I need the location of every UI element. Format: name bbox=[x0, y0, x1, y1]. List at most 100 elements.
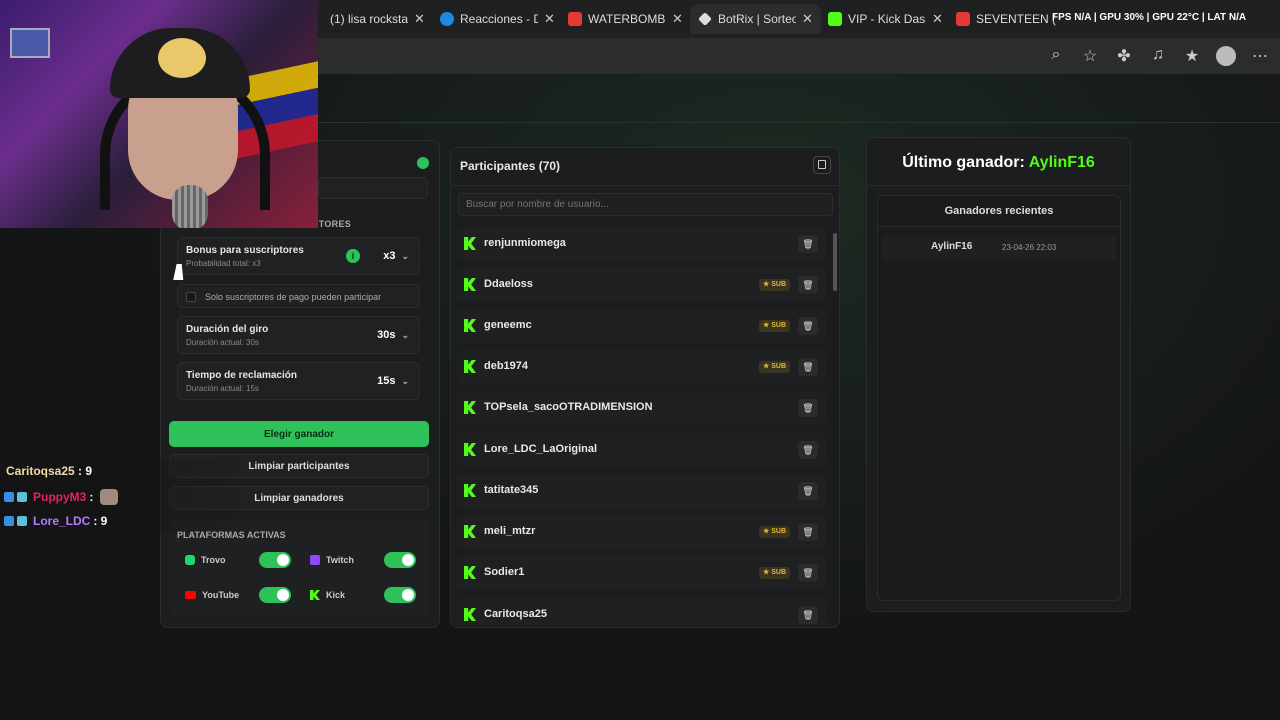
last-winner-label: Último ganador: bbox=[902, 154, 1025, 171]
delete-trash-icon[interactable]: 🗑 bbox=[798, 317, 818, 335]
tab-close-icon[interactable]: ✕ bbox=[414, 11, 425, 27]
browser-toolbar: ⌕ ☆ ✤ ♫ ★ ⋯ bbox=[1046, 46, 1270, 66]
kick-icon bbox=[464, 484, 476, 497]
browser-tab[interactable]: Reacciones - De ✕ bbox=[432, 4, 563, 34]
browser-tab[interactable]: VIP - Kick Dash ✕ bbox=[820, 4, 951, 34]
setting-subtitle: Duración actual: 15s bbox=[186, 384, 259, 393]
badge-icon bbox=[4, 516, 14, 526]
scrollbar-thumb[interactable] bbox=[833, 233, 837, 291]
youtube-favicon-icon bbox=[956, 12, 970, 26]
claim-time-setting: Tiempo de reclamación Duración actual: 1… bbox=[177, 362, 420, 400]
browser-tab[interactable]: WATERBOMB B ✕ bbox=[560, 4, 691, 34]
participant-row: deb1974 ★ SUB 🗑 bbox=[457, 350, 826, 384]
delete-trash-icon[interactable]: 🗑 bbox=[798, 235, 818, 253]
trovo-icon bbox=[185, 555, 195, 565]
system-stats-overlay: FPS N/A | GPU 30% | GPU 22°C | LAT N/A bbox=[1052, 12, 1247, 23]
winner-header-divider bbox=[867, 185, 1130, 186]
browser-tab[interactable]: SEVENTEEN (A bbox=[948, 4, 1064, 34]
info-icon[interactable]: i bbox=[346, 249, 360, 263]
delete-trash-icon[interactable]: 🗑 bbox=[798, 482, 818, 500]
kick-icon bbox=[464, 278, 476, 291]
tab-title: SEVENTEEN (A bbox=[976, 12, 1056, 26]
claim-time-select[interactable]: 15s ⌄ bbox=[377, 375, 409, 387]
participant-row: Ddaeloss ★ SUB 🗑 bbox=[457, 268, 826, 302]
chat-username: Caritoqsa25 bbox=[6, 464, 75, 478]
badge-icon bbox=[4, 492, 14, 502]
microphone bbox=[172, 185, 208, 228]
pick-winner-button[interactable]: Elegir ganador bbox=[169, 421, 429, 447]
last-winner-heading: Último ganador: AylinF16 bbox=[866, 154, 1131, 172]
tab-title: (1) lisa rockstar bbox=[330, 12, 408, 26]
participant-row: geneemc ★ SUB 🗑 bbox=[457, 309, 826, 343]
chat-text: : 9 bbox=[93, 514, 108, 528]
delete-trash-icon[interactable]: 🗑 bbox=[798, 523, 818, 541]
delete-trash-icon[interactable]: 🗑 bbox=[798, 358, 818, 376]
participant-search-input[interactable] bbox=[458, 193, 833, 216]
participant-row: tatitate345 🗑 bbox=[457, 474, 826, 508]
participant-row: Lore_LDC_LaOriginal 🗑 bbox=[457, 433, 826, 467]
profile-avatar[interactable] bbox=[1216, 46, 1236, 66]
settings-input[interactable] bbox=[318, 177, 428, 199]
zoom-icon[interactable]: ⌕ bbox=[1046, 46, 1066, 66]
delete-trash-icon[interactable]: 🗑 bbox=[798, 276, 818, 294]
setting-subtitle: Duración actual: 30s bbox=[186, 338, 259, 347]
extensions-icon[interactable]: ✤ bbox=[1114, 46, 1134, 66]
setting-title: Bonus para suscriptores bbox=[186, 245, 304, 256]
chat-username: Lore_LDC bbox=[33, 514, 91, 528]
chat-message: Caritoqsa25 : 9 bbox=[6, 464, 92, 478]
setting-title: Duración del giro bbox=[186, 324, 269, 335]
kick-icon bbox=[464, 360, 476, 373]
bonus-multiplier-select[interactable]: x3 ⌄ bbox=[383, 250, 409, 262]
recent-winners-title: Ganadores recientes bbox=[944, 205, 1054, 217]
kick-favicon-icon bbox=[828, 12, 842, 26]
chat-message: PuppyM3 : bbox=[4, 489, 119, 505]
twitch-toggle[interactable] bbox=[384, 552, 416, 568]
chevron-down-icon: ⌄ bbox=[401, 329, 409, 340]
tab-close-icon[interactable]: ✕ bbox=[672, 11, 683, 27]
star-icon[interactable]: ☆ bbox=[1080, 46, 1100, 66]
trovo-toggle[interactable] bbox=[259, 552, 291, 568]
media-icon[interactable]: ♫ bbox=[1148, 46, 1168, 66]
youtube-toggle[interactable] bbox=[259, 587, 291, 603]
browser-tab[interactable]: (1) lisa rockstar ✕ bbox=[322, 4, 433, 34]
kick-icon bbox=[464, 237, 476, 250]
recent-winner-row: AylinF16 23-04-26 22:03 bbox=[882, 235, 1116, 261]
divider bbox=[300, 122, 1280, 123]
copy-glyph bbox=[818, 160, 826, 169]
delete-trash-icon[interactable]: 🗑 bbox=[798, 606, 818, 624]
spin-duration-select[interactable]: 30s ⌄ bbox=[377, 329, 409, 341]
platform-trovo: Trovo bbox=[185, 555, 226, 565]
select-value: x3 bbox=[383, 250, 396, 262]
more-menu-icon[interactable]: ⋯ bbox=[1250, 46, 1270, 66]
tab-close-icon[interactable]: ✕ bbox=[544, 11, 555, 27]
delete-trash-icon[interactable]: 🗑 bbox=[798, 399, 818, 417]
platform-label: YouTube bbox=[202, 590, 240, 600]
delete-trash-icon[interactable]: 🗑 bbox=[798, 441, 818, 459]
select-value: 30s bbox=[377, 329, 396, 341]
select-value: 15s bbox=[377, 375, 396, 387]
browser-tab-active[interactable]: BotRix | Sorteo ✕ bbox=[690, 4, 821, 34]
recent-winner-date: 23-04-26 22:03 bbox=[1002, 243, 1057, 252]
sub-badge: ★ SUB bbox=[759, 526, 790, 538]
kick-toggle[interactable] bbox=[384, 587, 416, 603]
setting-subtitle: Probabilidad total: x3 bbox=[186, 259, 261, 268]
badge-icon bbox=[17, 492, 27, 502]
poster-decoration bbox=[10, 28, 50, 58]
paid-only-checkbox[interactable] bbox=[186, 292, 196, 302]
recent-winners-divider bbox=[878, 226, 1120, 227]
participant-name: tatitate345 bbox=[484, 484, 539, 496]
kick-icon bbox=[464, 608, 476, 621]
sub-badge: ★ SUB bbox=[759, 567, 790, 579]
participant-row: Caritoqsa25 🗑 bbox=[457, 598, 826, 626]
scrollbar[interactable] bbox=[833, 227, 837, 623]
favorites-icon[interactable]: ★ bbox=[1182, 46, 1202, 66]
platform-label: Twitch bbox=[326, 555, 354, 565]
tab-close-icon[interactable]: ✕ bbox=[802, 11, 813, 27]
copy-icon[interactable] bbox=[813, 156, 831, 174]
youtube-icon bbox=[185, 591, 196, 599]
kick-icon bbox=[464, 443, 476, 456]
sub-badge: ★ SUB bbox=[759, 320, 790, 332]
tab-title: WATERBOMB B bbox=[588, 12, 666, 26]
delete-trash-icon[interactable]: 🗑 bbox=[798, 564, 818, 582]
tab-close-icon[interactable]: ✕ bbox=[932, 11, 943, 27]
